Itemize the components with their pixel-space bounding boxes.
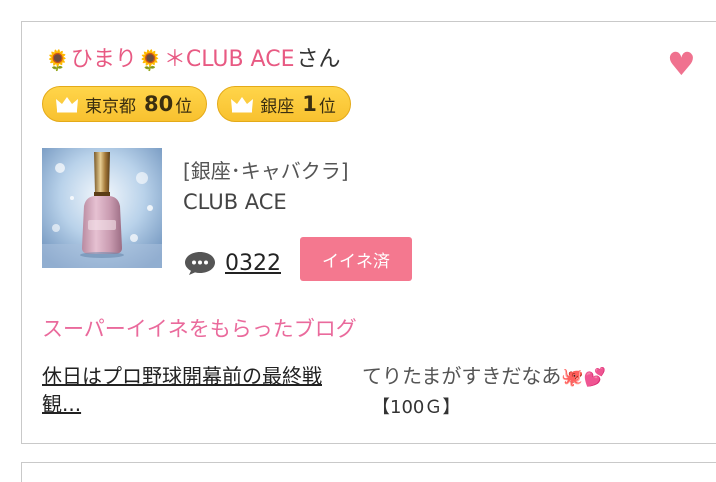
octopus-heart-emoji: 🐙💕 [561,367,607,388]
sunflower-icon: 🌻 [137,48,163,72]
cast-name-part: ひまり [70,47,137,72]
iine-done-button[interactable]: イイネ済 [300,237,412,281]
cast-name-shop: ＊CLUB ACE [163,47,295,72]
blog-author: てりたまがすきだなあ🐙💕 [362,362,606,392]
crown-icon [231,97,254,113]
section-title: スーパーイイネをもらったブログ [42,317,357,341]
comment-count-link[interactable]: 0322 [225,251,281,276]
badge-suffix: 位 [175,96,193,117]
blog-points: 【100Ｇ】 [372,397,461,418]
rank-badges: 東京都 80 位 銀座 1 位 [42,86,351,122]
rank-badge-tokyo: 東京都 80 位 [42,86,208,122]
badge-area: 東京都 [85,96,136,117]
blog-title-link[interactable]: 休日はプロ野球開幕前の最終戦観... [42,362,358,418]
rank-badge-ginza: 銀座 1 位 [217,86,351,122]
badge-area: 銀座 [260,96,295,117]
profile-photo[interactable] [42,148,162,268]
badge-rank: 1 [302,92,317,116]
honorific: さん [296,47,341,72]
chat-bubble-icon [185,252,215,275]
shop-name[interactable]: CLUB ACE [183,190,287,214]
nail-polish-image [42,148,162,268]
cast-card: 🌻 ひまり 🌻 ＊CLUB ACE さん ♥ 東京都 80 位 銀座 1 位 [… [21,21,716,444]
badge-suffix: 位 [318,96,336,117]
shop-category: [銀座･キャバクラ] [183,159,349,183]
blog-author-name: てりたまがすきだなあ [362,364,562,388]
badge-rank: 80 [144,92,174,116]
comment-count[interactable]: 0322 [183,250,281,276]
sunflower-icon: 🌻 [45,48,70,72]
heart-icon[interactable]: ♥ [667,48,696,80]
cast-name[interactable]: 🌻 ひまり 🌻 ＊CLUB ACE さん [44,44,340,76]
next-card-edge [21,462,716,482]
crown-icon [56,97,78,113]
